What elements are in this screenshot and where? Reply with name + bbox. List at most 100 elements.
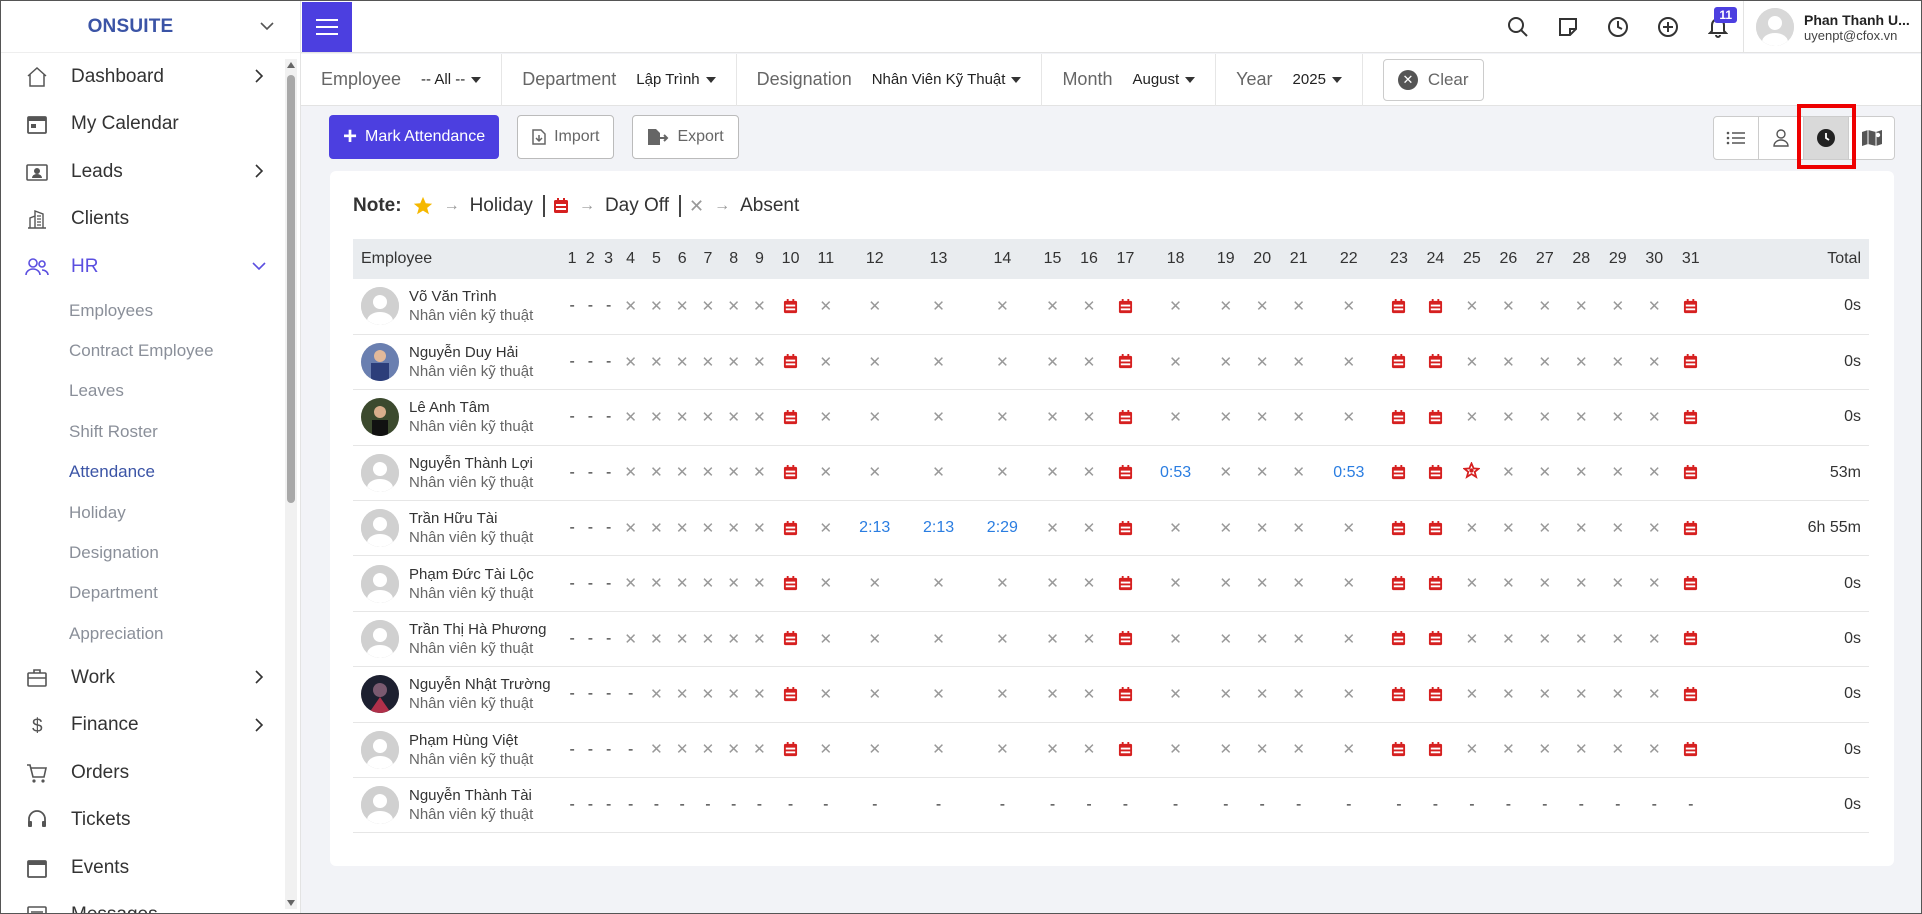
import-button[interactable]: Import <box>517 115 615 159</box>
sidebar-item-dashboard[interactable]: Dashboard <box>1 53 286 101</box>
attendance-cell[interactable]: ✕ <box>1280 334 1317 391</box>
department-filter[interactable]: Department Lập Trình <box>502 53 737 106</box>
attendance-cell[interactable]: ✕ <box>1034 611 1071 668</box>
attendance-cell[interactable]: ✕ <box>695 500 721 557</box>
attendance-cell[interactable]: ✕ <box>669 500 696 557</box>
attendance-cell[interactable]: ✕ <box>1563 445 1600 502</box>
attendance-cell[interactable]: ✕ <box>1143 279 1208 335</box>
year-filter[interactable]: Year 2025 <box>1216 53 1363 106</box>
attendance-cell[interactable]: ✕ <box>1453 722 1491 779</box>
attendance-cell[interactable]: ✕ <box>1636 611 1673 668</box>
attendance-cell[interactable]: ✕ <box>1070 445 1108 502</box>
attendance-cell[interactable]: ✕ <box>1207 555 1244 612</box>
attendance-cell[interactable]: ✕ <box>1143 722 1208 779</box>
attendance-cell[interactable]: ✕ <box>1207 389 1244 446</box>
attendance-cell[interactable]: ✕ <box>695 334 721 391</box>
attendance-cell[interactable]: ✕ <box>1207 611 1244 668</box>
attendance-cell[interactable]: ✕ <box>720 722 747 779</box>
attendance-cell[interactable]: ✕ <box>1316 389 1381 446</box>
employee-name[interactable]: Nguyễn Duy Hải <box>409 344 533 361</box>
attendance-cell[interactable]: ✕ <box>669 666 696 723</box>
attendance-cell[interactable] <box>1380 500 1418 557</box>
attendance-cell[interactable]: ✕ <box>842 722 907 779</box>
attendance-cell[interactable]: ✕ <box>746 445 773 502</box>
attendance-cell[interactable] <box>1672 555 1709 612</box>
attendance-cell[interactable]: ✕ <box>1243 500 1281 557</box>
attendance-cell[interactable]: ✕ <box>808 334 843 391</box>
attendance-cell[interactable] <box>1417 666 1454 723</box>
attendance-cell[interactable]: ✕ <box>1636 500 1673 557</box>
attendance-cell[interactable]: ✕ <box>906 279 971 335</box>
attendance-cell[interactable]: ✕ <box>1526 555 1564 612</box>
attendance-cell[interactable]: ✕ <box>1453 611 1491 668</box>
attendance-cell[interactable]: ✕ <box>1636 389 1673 446</box>
attendance-cell[interactable]: ✕ <box>842 389 907 446</box>
attendance-cell[interactable]: ✕ <box>643 500 670 557</box>
attendance-cell[interactable] <box>772 611 809 668</box>
sidebar-subitem-attendance[interactable]: Attendance <box>1 452 286 492</box>
timer-button[interactable] <box>1593 1 1643 53</box>
attendance-cell[interactable]: ✕ <box>1453 389 1491 446</box>
attendance-cell[interactable]: ✕ <box>1526 389 1564 446</box>
scrollbar-thumb[interactable] <box>287 75 295 503</box>
attendance-cell[interactable]: ✕ <box>1563 611 1600 668</box>
attendance-cell[interactable]: ✕ <box>1143 666 1208 723</box>
sidebar-subitem-contract-employee[interactable]: Contract Employee <box>1 331 286 371</box>
attendance-cell[interactable]: ✕ <box>1599 389 1636 446</box>
attendance-cell[interactable] <box>772 555 809 612</box>
attendance-cell[interactable]: ✕ <box>808 279 843 335</box>
attendance-cell[interactable] <box>772 445 809 502</box>
attendance-cell[interactable] <box>1107 445 1144 502</box>
employee-name[interactable]: Trần Thị Hà Phương <box>409 621 546 638</box>
attendance-cell[interactable]: ✕ <box>1526 279 1564 335</box>
attendance-cell[interactable]: ✕ <box>1490 279 1527 335</box>
attendance-cell[interactable]: ✕ <box>695 389 721 446</box>
attendance-cell[interactable]: ✕ <box>1034 445 1071 502</box>
attendance-cell[interactable] <box>1672 445 1709 502</box>
attendance-cell[interactable] <box>1417 555 1454 612</box>
attendance-cell[interactable]: ✕ <box>970 389 1035 446</box>
attendance-cell[interactable]: ✕ <box>669 611 696 668</box>
attendance-cell[interactable]: ✕ <box>1243 611 1281 668</box>
attendance-cell[interactable] <box>1417 389 1454 446</box>
attendance-cell[interactable]: ✕ <box>1207 666 1244 723</box>
attendance-cell[interactable]: ✕ <box>669 445 696 502</box>
attendance-cell[interactable]: ✕ <box>695 666 721 723</box>
attendance-cell[interactable] <box>1417 445 1454 502</box>
attendance-cell[interactable]: ✕ <box>842 279 907 335</box>
designation-filter[interactable]: Designation Nhân Viên Kỹ Thuật <box>737 53 1043 106</box>
attendance-cell[interactable]: ✕ <box>1563 722 1600 779</box>
attendance-cell[interactable]: ✕ <box>746 500 773 557</box>
attendance-cell[interactable]: ✕ <box>1207 722 1244 779</box>
attendance-cell[interactable]: ✕ <box>746 722 773 779</box>
attendance-cell[interactable]: ✕ <box>1490 389 1527 446</box>
attendance-cell[interactable]: 2:13 <box>906 500 971 557</box>
attendance-cell[interactable]: 0:53 <box>1143 445 1208 502</box>
attendance-cell[interactable]: ✕ <box>1490 445 1527 502</box>
attendance-cell[interactable]: ✕ <box>842 334 907 391</box>
attendance-cell[interactable]: ✕ <box>1034 389 1071 446</box>
attendance-cell[interactable]: ✕ <box>746 666 773 723</box>
attendance-cell[interactable] <box>1107 389 1144 446</box>
employee-cell[interactable]: Nguyễn Nhật Trường Nhân viên kỹ thuật <box>353 666 563 723</box>
clear-filters-button[interactable]: ✕ Clear <box>1382 58 1484 101</box>
attendance-cell[interactable]: ✕ <box>643 611 670 668</box>
attendance-cell[interactable]: ✕ <box>1316 334 1381 391</box>
employee-cell[interactable]: Lê Anh Tâm Nhân viên kỹ thuật <box>353 389 563 446</box>
notifications-button[interactable]: 11 <box>1693 1 1743 53</box>
attendance-cell[interactable]: ✕ <box>746 334 773 391</box>
sidebar-subitem-appreciation[interactable]: Appreciation <box>1 614 286 654</box>
attendance-cell[interactable]: ✕ <box>970 334 1035 391</box>
attendance-cell[interactable]: ✕ <box>669 279 696 335</box>
attendance-cell[interactable]: ✕ <box>1599 500 1636 557</box>
attendance-cell[interactable]: ✕ <box>1316 666 1381 723</box>
attendance-cell[interactable] <box>772 722 809 779</box>
attendance-cell[interactable]: ✕ <box>906 445 971 502</box>
sticky-note-button[interactable] <box>1543 1 1593 53</box>
attendance-cell[interactable]: ✕ <box>643 722 670 779</box>
attendance-cell[interactable]: ✕ <box>1563 279 1600 335</box>
attendance-cell[interactable]: ✕ <box>617 279 644 335</box>
attendance-cell[interactable]: ✕ <box>1034 279 1071 335</box>
attendance-cell[interactable]: ✕ <box>1490 666 1527 723</box>
attendance-cell[interactable]: ✕ <box>1599 722 1636 779</box>
